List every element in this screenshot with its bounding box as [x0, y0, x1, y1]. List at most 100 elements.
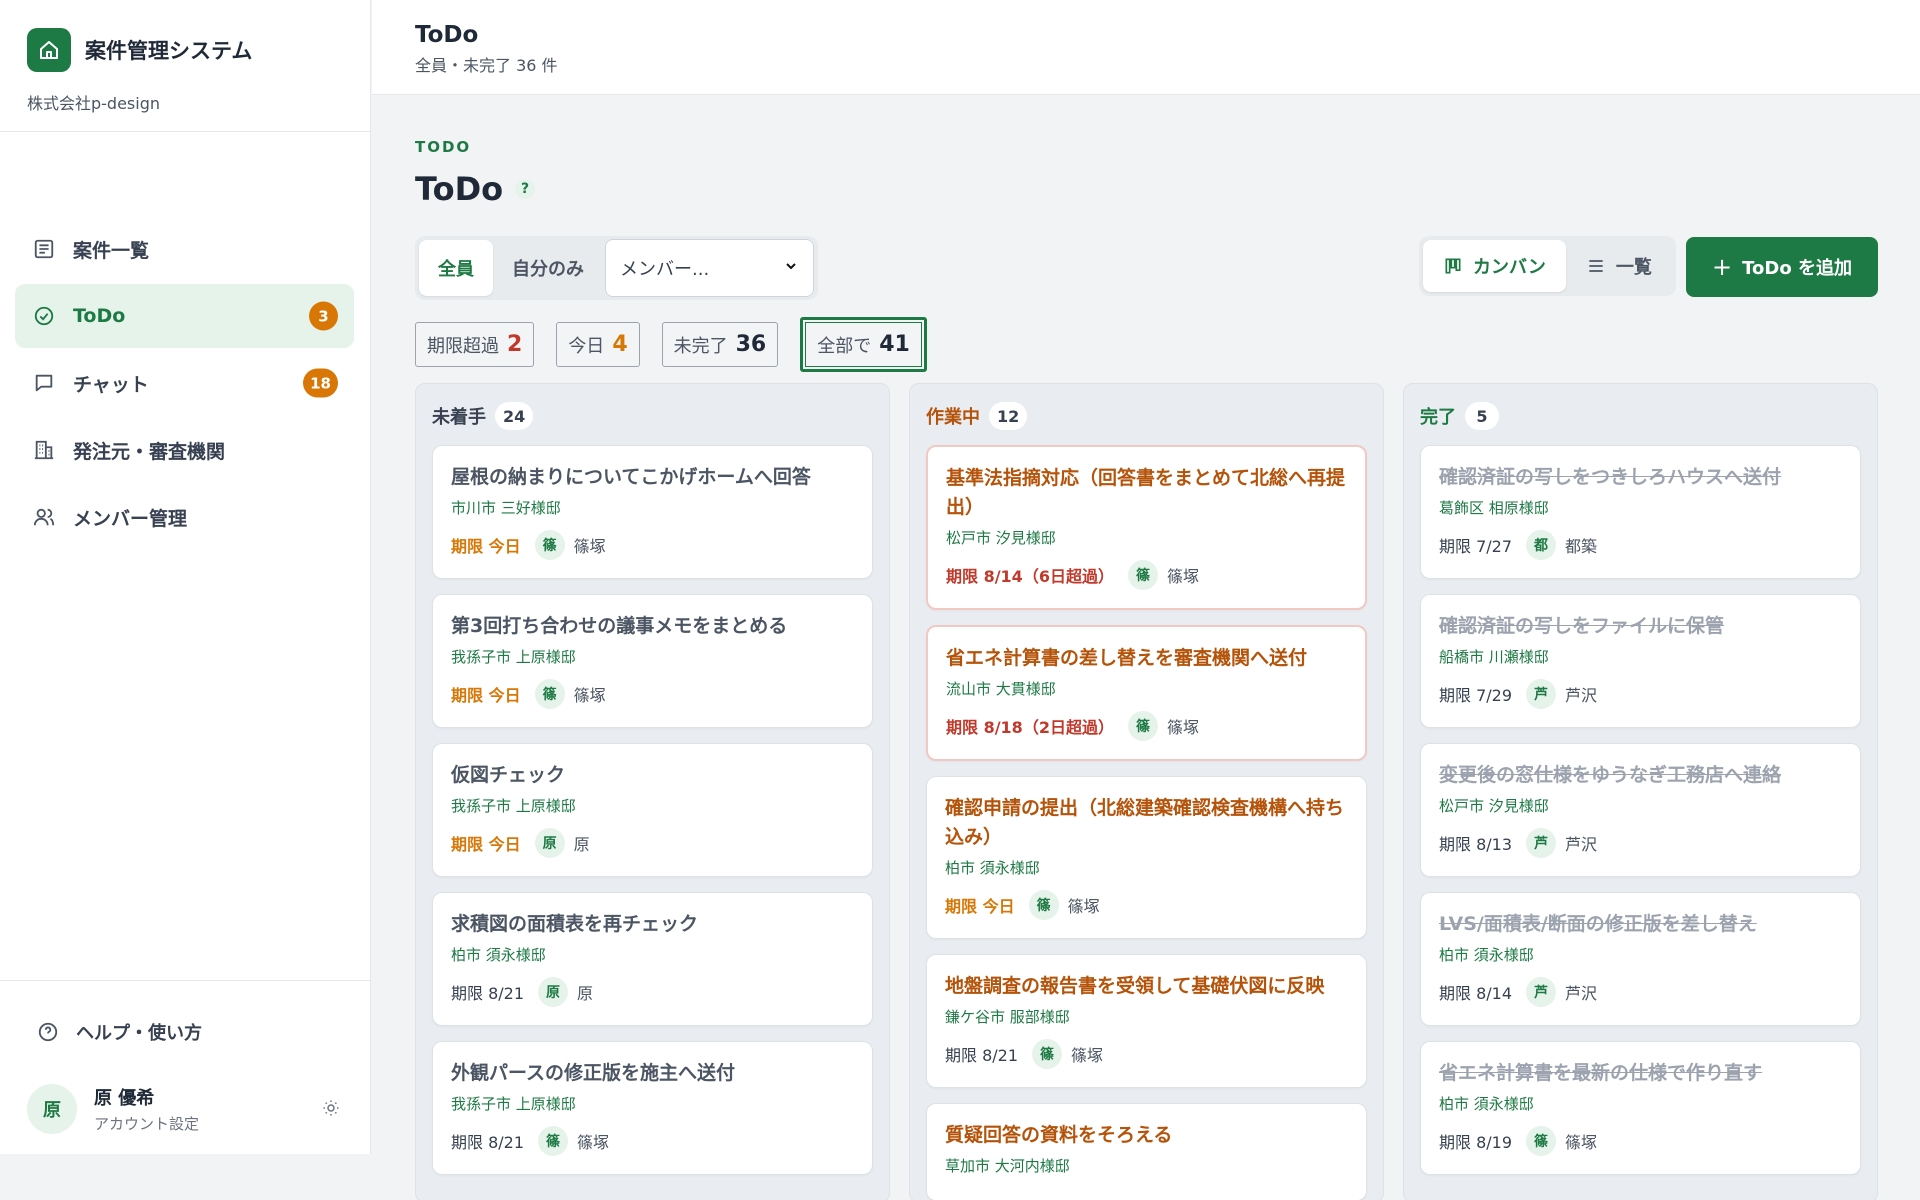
assignee-avatar: 原: [538, 977, 569, 1007]
card-due: 期限 今日: [451, 537, 521, 556]
member-select-value: メンバー...: [620, 259, 710, 280]
card-project: 松戸市 汐見様邸: [946, 529, 1056, 547]
sidebar-item-clients[interactable]: 発注元・審査機関: [15, 418, 354, 482]
card-due: 期限 8/19: [1439, 1133, 1513, 1152]
help-label: ヘルプ・使い方: [76, 1023, 202, 1044]
help-tooltip-icon[interactable]: ?: [515, 179, 536, 199]
todo-card[interactable]: LVS/面積表/断面の修正版を差し替え 柏市 須永様邸 期限 8/14 芦芦沢: [1420, 892, 1861, 1026]
kanban-label: カンバン: [1473, 257, 1546, 278]
card-meta: 期限 7/27 都都築: [1439, 530, 1842, 578]
check-circle-icon: [32, 304, 56, 328]
stat-label: 未完了: [673, 335, 728, 357]
kanban-view-button[interactable]: カンバン: [1423, 240, 1566, 292]
card-list: 確認済証の写しをつきしろハウスへ送付 葛飾区 相原様邸 期限 7/27 都都築 確認済証…: [1420, 445, 1861, 1190]
todo-card[interactable]: 確認済証の写しをファイルに保管 船橋市 川瀬様邸 期限 7/29 芦芦沢: [1420, 594, 1861, 728]
todo-card[interactable]: 質疑回答の資料をそろえる 草加市 大河内様邸: [926, 1103, 1367, 1200]
card-spacer: [945, 1176, 1348, 1200]
sidebar-footer: ヘルプ・使い方 原 原 優希 アカウント設定: [0, 980, 370, 1134]
assignee-name: 篠塚: [573, 537, 606, 556]
card-due: 期限 8/14（6日超過）: [946, 567, 1114, 586]
card-title: 求積図の面積表を再チェック: [451, 913, 699, 935]
stat-incomplete[interactable]: 未完了 36: [661, 322, 779, 367]
todo-card[interactable]: 仮図チェック 我孫子市 上原様邸 期限 今日原原: [432, 743, 873, 877]
card-meta: 期限 8/14 芦芦沢: [1439, 977, 1842, 1025]
stat-today[interactable]: 今日 4: [556, 322, 640, 367]
scope-all-button[interactable]: 全員: [419, 240, 493, 296]
company-name: 株式会社p-design: [27, 94, 161, 113]
card-due: 期限 8/21: [451, 984, 525, 1003]
scope-mine-button[interactable]: 自分のみ: [493, 240, 603, 296]
column-count: 24: [495, 402, 534, 430]
card-meta: 期限 8/21 原原: [451, 977, 854, 1025]
card-title: 質疑回答の資料をそろえる: [945, 1124, 1173, 1146]
add-todo-label: ToDo を追加: [1742, 258, 1852, 279]
stat-value: 2: [507, 332, 523, 357]
member-select[interactable]: メンバー...: [605, 239, 814, 297]
account-row[interactable]: 原 原 優希 アカウント設定: [27, 1077, 343, 1141]
main-content: TODO ToDo ? 全員 自分のみ メンバー... カンバン 一覧 + To…: [372, 96, 1920, 1200]
sidebar-item-projects[interactable]: 案件一覧: [15, 217, 354, 281]
card-title: 第3回打ち合わせの議事メモをまとめる: [451, 615, 788, 637]
app-title: 案件管理システム: [85, 39, 253, 63]
list-icon: [32, 237, 56, 261]
card-meta: 期限 8/21 篠篠塚: [945, 1039, 1348, 1087]
todo-card[interactable]: 省エネ計算書の差し替えを審査機関へ送付 流山市 大貫様邸 期限 8/18（2日超過）…: [926, 625, 1367, 761]
card-project: 柏市 須永様邸: [945, 859, 1040, 877]
todo-card[interactable]: 外観パースの修正版を施主へ送付 我孫子市 上原様邸 期限 8/21 篠篠塚: [432, 1041, 873, 1175]
todo-card[interactable]: 基準法指摘対応（回答書をまとめて北総へ再提出） 松戸市 汐見様邸 期限 8/14（6…: [926, 445, 1367, 610]
assignee-avatar: 篠: [534, 530, 565, 560]
header-title: ToDo: [415, 22, 479, 48]
column-name: 未着手: [432, 407, 486, 428]
sidebar-item-todo[interactable]: ToDo 3: [15, 284, 354, 348]
stat-all[interactable]: 全部で 41: [800, 317, 927, 372]
add-todo-button[interactable]: + ToDo を追加: [1686, 237, 1878, 297]
card-meta: 期限 8/19 篠篠塚: [1439, 1126, 1842, 1174]
card-due: 期限 今日: [945, 897, 1015, 916]
column-header: 作業中 12: [926, 402, 1028, 430]
kanban-icon: [1445, 258, 1461, 274]
list-view-button[interactable]: 一覧: [1566, 240, 1672, 292]
home-icon[interactable]: [27, 28, 71, 72]
sidebar-item-members[interactable]: メンバー管理: [15, 485, 354, 549]
card-meta: 期限 8/18（2日超過） 篠篠塚: [946, 711, 1347, 759]
todo-card[interactable]: 地盤調査の報告書を受領して基礎伏図に反映 鎌ケ谷市 服部様邸 期限 8/21 篠篠塚: [926, 954, 1367, 1088]
sidebar-item-chat[interactable]: チャット 18: [15, 351, 354, 415]
assignee-name: 芦沢: [1565, 984, 1598, 1003]
todo-card[interactable]: 第3回打ち合わせの議事メモをまとめる 我孫子市 上原様邸 期限 今日篠篠塚: [432, 594, 873, 728]
column-count: 12: [989, 402, 1028, 430]
card-title: 省エネ計算書を最新の仕様で作り直す: [1439, 1062, 1763, 1084]
scope-filter: 全員 自分のみ メンバー...: [415, 236, 818, 300]
todo-card[interactable]: 確認申請の提出（北総建築確認検査機構へ持ち込み） 柏市 須永様邸 期限 今日篠篠塚: [926, 776, 1367, 939]
stat-filters: 期限超過 2 今日 4 未完了 36 全部で 41: [415, 317, 927, 372]
assignee-name: 篠塚: [577, 1133, 610, 1152]
card-title: 屋根の納まりについてこかげホームへ回答: [451, 466, 811, 488]
card-title: 外観パースの修正版を施主へ送付: [451, 1062, 736, 1084]
menu-icon: [1589, 260, 1603, 272]
card-list: 屋根の納まりについてこかげホームへ回答 市川市 三好様邸 期限 今日篠篠塚 第3回打ち…: [432, 445, 873, 1190]
card-project: 我孫子市 上原様邸: [451, 1095, 576, 1113]
chevron-down-icon: [783, 258, 799, 279]
todo-card[interactable]: 確認済証の写しをつきしろハウスへ送付 葛飾区 相原様邸 期限 7/27 都都築: [1420, 445, 1861, 579]
todo-card[interactable]: 省エネ計算書を最新の仕様で作り直す柏市 須永様邸期限 8/19 篠篠塚: [1420, 1041, 1861, 1175]
assignee-name: 原: [573, 835, 590, 854]
assignee-name: 篠塚: [1166, 718, 1199, 737]
chat-badge: 18: [303, 368, 338, 398]
chat-icon: [32, 371, 56, 395]
card-meta: 期限 8/14（6日超過） 篠篠塚: [946, 560, 1347, 608]
help-link[interactable]: ヘルプ・使い方: [36, 1019, 202, 1045]
card-project: 鎌ケ谷市 服部様邸: [945, 1008, 1070, 1026]
assignee-avatar: 都: [1526, 530, 1557, 560]
sun-icon[interactable]: [319, 1096, 343, 1120]
todo-card[interactable]: 屋根の納まりについてこかげホームへ回答 市川市 三好様邸 期限 今日篠篠塚: [432, 445, 873, 579]
card-project: 柏市 須永様邸: [451, 946, 546, 964]
account-settings-link[interactable]: アカウント設定: [94, 1113, 199, 1134]
column-name: 完了: [1420, 407, 1456, 428]
card-due: 期限 8/21: [945, 1046, 1019, 1065]
stat-value: 4: [612, 332, 628, 357]
card-meta: 期限 7/29 芦芦沢: [1439, 679, 1842, 727]
assignee-name: 芦沢: [1565, 686, 1598, 705]
todo-card[interactable]: 変更後の窓仕様をゆうなぎ工務店へ連絡 松戸市 汐見様邸 期限 8/13 芦芦沢: [1420, 743, 1861, 877]
todo-card[interactable]: 求積図の面積表を再チェック 柏市 須永様邸 期限 8/21 原原: [432, 892, 873, 1026]
stat-overdue[interactable]: 期限超過 2: [415, 322, 535, 367]
card-project: 柏市 須永様邸: [1439, 1095, 1534, 1113]
